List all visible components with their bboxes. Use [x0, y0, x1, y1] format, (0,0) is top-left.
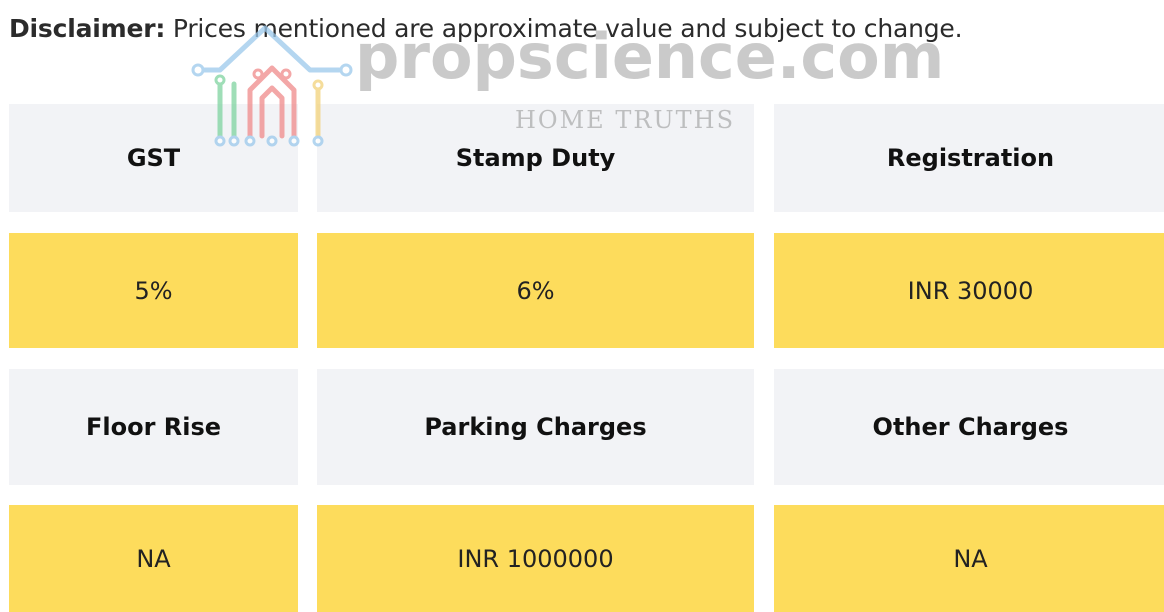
charges-section: Disclaimer: Prices mentioned are approxi…: [0, 0, 1164, 612]
value-stamp-duty: 6%: [317, 233, 754, 348]
value-registration: INR 30000: [774, 233, 1164, 348]
value-other-charges: NA: [774, 505, 1164, 612]
value-parking-charges: INR 1000000: [317, 505, 754, 612]
header-other-charges: Other Charges: [774, 369, 1164, 485]
value-gst: 5%: [9, 233, 298, 348]
disclaimer-label: Disclaimer:: [9, 14, 166, 43]
header-registration: Registration: [774, 104, 1164, 212]
value-floor-rise: NA: [9, 505, 298, 612]
header-parking-charges: Parking Charges: [317, 369, 754, 485]
disclaimer-text: Disclaimer: Prices mentioned are approxi…: [9, 12, 963, 46]
header-stamp-duty: Stamp Duty: [317, 104, 754, 212]
header-floor-rise: Floor Rise: [9, 369, 298, 485]
disclaimer-body: Prices mentioned are approximate value a…: [165, 14, 963, 43]
header-gst: GST: [9, 104, 298, 212]
